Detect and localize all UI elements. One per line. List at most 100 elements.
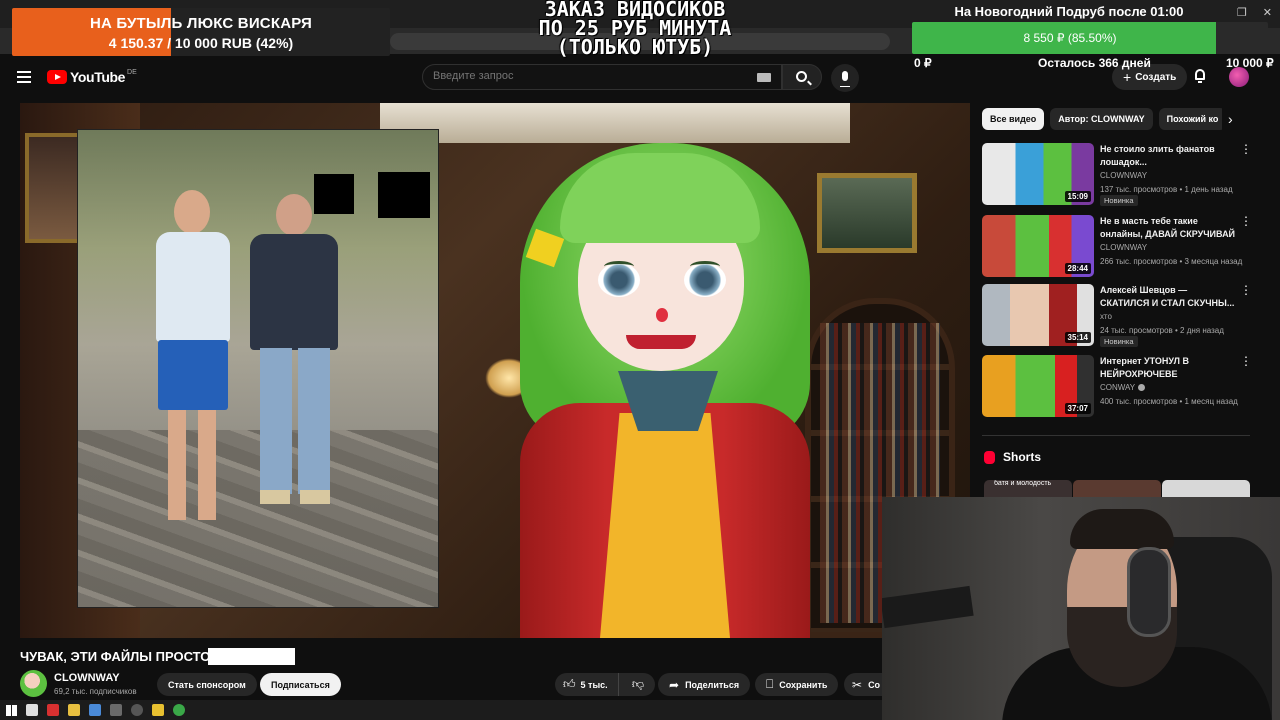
- person-navy-shirt: [246, 194, 342, 524]
- recommendation-title[interactable]: Интернет УТОНУЛ В НЕЙРОХРЮЧЕВЕ: [1100, 355, 1236, 381]
- join-button[interactable]: Стать спонсором: [157, 673, 257, 696]
- obs-icon[interactable]: [131, 704, 143, 716]
- recommendation-thumbnail[interactable]: 15:09: [982, 143, 1094, 205]
- share-label: Поделиться: [685, 679, 740, 690]
- video-duration: 15:09: [1064, 191, 1091, 202]
- painting-portrait: [25, 133, 81, 243]
- recommendation-stats: 266 тыс. просмотров • 3 месяца назад: [1100, 257, 1243, 266]
- subathon-goal-amount: 8 550 ₽ (85.50%): [1023, 31, 1117, 45]
- shorts-label: Shorts: [1003, 450, 1042, 464]
- recommendation-channel[interactable]: CLOWNWAY: [1100, 243, 1147, 252]
- streamer-hair: [1070, 509, 1174, 549]
- chip-author[interactable]: Автор: CLOWNWAY: [1050, 108, 1153, 130]
- folder-icon[interactable]: [68, 704, 80, 716]
- recommendation-channel[interactable]: хто: [1100, 312, 1112, 321]
- channel-label: CONWAY: [1100, 383, 1136, 392]
- windows-taskbar: [0, 700, 882, 720]
- streamer-webcam: [882, 497, 1280, 720]
- youtube-play-icon: [47, 70, 67, 84]
- region-code: DE: [127, 68, 137, 76]
- recommendation-title[interactable]: Алексей Шевцов — СКАТИЛСЯ И СТАЛ СКУЧНЫ.…: [1100, 284, 1236, 310]
- screen: ❐ ✕ НА БУТЫЛЬ ЛЮКС ВИСКАРЯ 4 150.37 / 10…: [0, 0, 1280, 720]
- channel-avatar[interactable]: [20, 670, 47, 697]
- new-badge: Новинка: [1100, 336, 1138, 347]
- recommendation-item[interactable]: 37:07 Интернет УТОНУЛ В НЕЙРОХРЮЧЕВЕ CON…: [982, 355, 1252, 417]
- headset-icon: [1127, 547, 1171, 637]
- vtuber-avatar: [500, 143, 830, 638]
- recommendation-item[interactable]: 28:44 Не в масть тебе такие онлайны, ДАВ…: [982, 215, 1252, 277]
- subscriber-count: 69,2 тыс. подписчиков: [54, 687, 137, 696]
- room-ceiling: [380, 103, 850, 143]
- search-button[interactable]: [782, 64, 822, 90]
- youtube-logo-text: YouTube: [70, 69, 126, 85]
- save-label: Сохранить: [779, 679, 828, 690]
- subscribe-label: Подписаться: [271, 679, 330, 690]
- thumbs-up-icon: 👍︎: [563, 677, 576, 691]
- chrome-icon[interactable]: [173, 704, 185, 716]
- microphone-arm: [882, 585, 974, 629]
- notifications-bell-icon[interactable]: [1193, 69, 1207, 83]
- scissors-icon: ✂: [852, 677, 863, 692]
- recommendation-title[interactable]: Не в масть тебе такие онлайны, ДАВАЙ СКР…: [1100, 215, 1236, 241]
- search-input[interactable]: [433, 70, 733, 82]
- subathon-goal-min: 0 ₽: [914, 56, 932, 70]
- voice-search-button[interactable]: [831, 64, 859, 92]
- create-label: Создать: [1135, 71, 1177, 83]
- video-title: ЧУВАК, ЭТИ ФАЙЛЫ ПРОСТО: [20, 649, 211, 664]
- painting-landscape: [817, 173, 917, 253]
- youtube-logo[interactable]: YouTube DE: [47, 69, 137, 85]
- donation-goal-title: НА БУТЫЛЬ ЛЮКС ВИСКАРЯ: [89, 15, 313, 32]
- recommendation-thumbnail[interactable]: 37:07: [982, 355, 1094, 417]
- recommendation-stats: 137 тыс. просмотров • 1 день назад: [1100, 185, 1233, 194]
- video-duration: 35:14: [1064, 332, 1091, 343]
- chevron-right-icon[interactable]: ›: [1228, 111, 1233, 127]
- more-options-icon[interactable]: ⋮: [1240, 143, 1252, 155]
- app-icon[interactable]: [89, 704, 101, 716]
- app-icon[interactable]: [110, 704, 122, 716]
- subathon-goal-title: На Новогодний Подруб после 01:00: [954, 4, 1184, 19]
- donation-goal-amount: 4 150.37 / 10 000 RUB (42%): [108, 35, 294, 51]
- video-duration: 28:44: [1064, 263, 1091, 274]
- like-button[interactable]: 👍︎ 5 тыс.: [555, 673, 619, 696]
- channel-name[interactable]: CLOWNWAY: [54, 672, 120, 684]
- filter-chips: Все видео Автор: CLOWNWAY Похожий ко: [982, 108, 1222, 130]
- more-options-icon[interactable]: ⋮: [1240, 355, 1252, 367]
- short-caption: батя и молодость: [994, 480, 1052, 487]
- yandex-icon[interactable]: [47, 704, 59, 716]
- microphone-icon: [840, 71, 850, 87]
- recommendation-thumbnail[interactable]: 28:44: [982, 215, 1094, 277]
- recommendation-stats: 400 тыс. просмотров • 1 месяц назад: [1100, 397, 1238, 406]
- clip-button[interactable]: ✂ Со: [844, 673, 882, 696]
- chip-all-videos[interactable]: Все видео: [982, 108, 1045, 130]
- recommendation-thumbnail[interactable]: 35:14: [982, 284, 1094, 346]
- recommendation-stats: 24 тыс. просмотров • 2 дня назад: [1100, 326, 1224, 335]
- keyboard-icon[interactable]: [757, 73, 771, 82]
- close-icon[interactable]: ✕: [1263, 6, 1272, 19]
- subscribe-button[interactable]: Подписаться: [260, 673, 341, 696]
- more-options-icon[interactable]: ⋮: [1240, 284, 1252, 296]
- app-icon[interactable]: [152, 704, 164, 716]
- save-button[interactable]: ⎕ Сохранить: [755, 673, 839, 696]
- recommendation-item[interactable]: 15:09 Не стоило злить фанатов лошадок...…: [982, 143, 1252, 206]
- user-avatar[interactable]: [1229, 67, 1249, 87]
- more-options-icon[interactable]: ⋮: [1240, 215, 1252, 227]
- recommendation-item[interactable]: 35:14 Алексей Шевцов — СКАТИЛСЯ И СТАЛ С…: [982, 284, 1252, 347]
- censor-box: [378, 172, 430, 218]
- title-redaction: [208, 648, 295, 665]
- share-button[interactable]: ➦ Поделиться: [658, 673, 751, 696]
- verified-check-icon: [1138, 384, 1146, 392]
- sidebar-divider: [982, 435, 1250, 436]
- bookmark-icon: ⎕: [766, 677, 774, 691]
- app-icon[interactable]: [26, 704, 38, 716]
- recommendation-title[interactable]: Не стоило злить фанатов лошадок...: [1100, 143, 1236, 169]
- hamburger-menu-icon[interactable]: [17, 71, 31, 83]
- restore-icon[interactable]: ❐: [1237, 6, 1247, 19]
- video-player[interactable]: [20, 103, 970, 638]
- chip-similar[interactable]: Похожий ко: [1158, 108, 1222, 130]
- recommendation-channel[interactable]: CONWAY: [1100, 383, 1146, 392]
- join-label: Стать спонсором: [168, 679, 246, 690]
- photo-overlay: [78, 130, 438, 607]
- windows-start-icon[interactable]: [6, 704, 17, 716]
- recommendation-channel[interactable]: CLOWNWAY: [1100, 171, 1147, 180]
- dislike-button[interactable]: 👎︎: [621, 673, 655, 696]
